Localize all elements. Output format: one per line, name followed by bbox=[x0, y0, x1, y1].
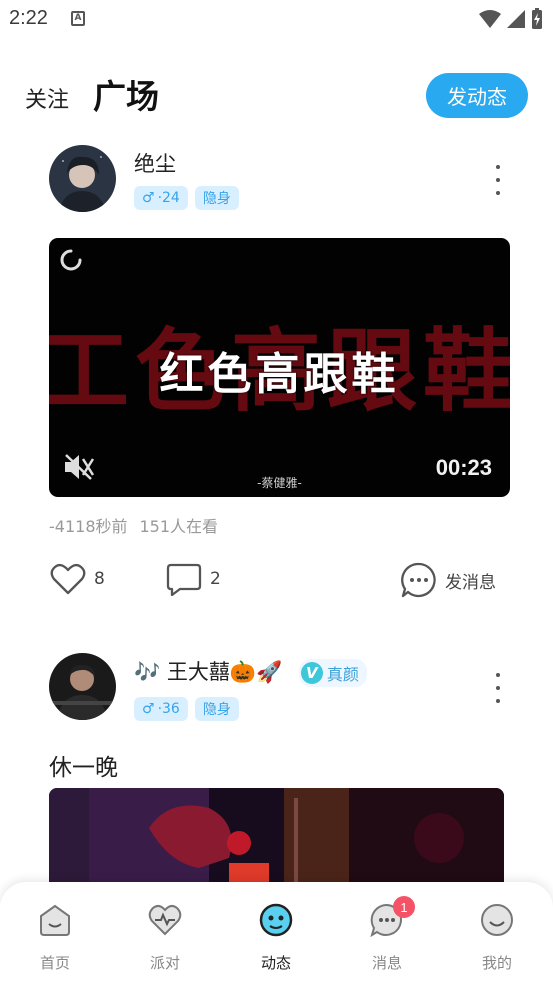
accessibility-a-icon: A bbox=[71, 11, 85, 26]
age-value: ·24 bbox=[157, 190, 180, 206]
header: 关注 广场 发动态 bbox=[0, 60, 553, 130]
loading-spinner-icon bbox=[60, 249, 82, 271]
gender-age-badge: ♂ ·36 bbox=[134, 697, 188, 721]
post-time: -4118秒前 bbox=[49, 517, 128, 536]
send-message-label: 发消息 bbox=[445, 572, 496, 593]
battery-charging-icon bbox=[532, 8, 542, 29]
post-text: 休一晚 bbox=[49, 755, 118, 781]
tab-follow[interactable]: 关注 bbox=[25, 82, 69, 114]
status-time: 2:22 bbox=[9, 7, 48, 29]
username[interactable]: 绝尘 bbox=[134, 148, 176, 178]
video-title: 红色高跟鞋 bbox=[159, 349, 400, 400]
like-count: 8 bbox=[94, 569, 105, 589]
smile-icon bbox=[481, 904, 513, 936]
heart-icon bbox=[50, 563, 86, 595]
planet-icon bbox=[259, 903, 293, 937]
avatar[interactable] bbox=[49, 653, 116, 720]
message-dots-icon bbox=[401, 562, 436, 598]
status-badge: 隐身 bbox=[194, 186, 239, 210]
username[interactable]: 🎶 王大囍🎃🚀 bbox=[134, 660, 282, 684]
nav-party[interactable]: 派对 bbox=[130, 902, 200, 973]
status-icons bbox=[479, 8, 543, 30]
nav-label: 派对 bbox=[149, 954, 180, 972]
video-player[interactable]: 工色高跟鞋 红色高跟鞋 -蔡健雅- 00:23 bbox=[49, 238, 510, 497]
comment-count: 2 bbox=[210, 569, 221, 589]
nav-home[interactable]: 首页 bbox=[20, 902, 90, 973]
nav-label: 消息 bbox=[371, 954, 402, 972]
gender-age-badge: ♂ ·24 bbox=[134, 186, 188, 210]
verified-v-icon: V bbox=[300, 662, 323, 684]
like-button[interactable]: 8 bbox=[50, 562, 105, 596]
heartbeat-icon bbox=[148, 904, 182, 936]
post-photo[interactable] bbox=[49, 788, 504, 888]
nav-profile[interactable]: 我的 bbox=[462, 902, 532, 973]
nav-label: 动态 bbox=[260, 954, 291, 972]
age-value: ·36 bbox=[157, 701, 180, 717]
male-icon: ♂ bbox=[142, 190, 155, 206]
user-badges: ♂ ·24 隐身 bbox=[134, 186, 239, 210]
more-options-icon[interactable] bbox=[490, 670, 506, 706]
post-meta: -4118秒前 151人在看 bbox=[49, 513, 218, 537]
male-icon: ♂ bbox=[142, 701, 155, 717]
username-row: 🎶 王大囍🎃🚀 V 真颜 bbox=[134, 656, 367, 687]
verified-badge: V 真颜 bbox=[298, 659, 367, 687]
nav-icon-wrapper: 1 bbox=[369, 896, 415, 938]
comment-icon bbox=[166, 563, 202, 596]
more-options-icon[interactable] bbox=[490, 162, 506, 198]
nav-label: 首页 bbox=[39, 954, 70, 972]
video-duration: 00:23 bbox=[435, 455, 492, 480]
nav-label: 我的 bbox=[481, 954, 512, 972]
bottom-navigation: 首页 派对 动态 1 消息 我的 bbox=[0, 882, 553, 984]
post-actions: 8 2 发消息 bbox=[0, 562, 553, 602]
user-badges: ♂ ·36 隐身 bbox=[134, 697, 239, 721]
nav-moments[interactable]: 动态 bbox=[241, 902, 311, 973]
home-face-icon bbox=[40, 904, 70, 936]
status-bar: 2:22 A bbox=[0, 0, 553, 40]
message-count-badge: 1 bbox=[393, 896, 415, 918]
cell-signal-icon bbox=[507, 10, 525, 28]
status-badge: 隐身 bbox=[194, 697, 239, 721]
tab-square[interactable]: 广场 bbox=[93, 70, 159, 118]
post-button[interactable]: 发动态 bbox=[426, 73, 528, 118]
nav-messages[interactable]: 1 消息 bbox=[352, 896, 422, 973]
comment-button[interactable]: 2 bbox=[166, 562, 221, 596]
wifi-icon bbox=[479, 10, 501, 28]
send-message-button[interactable]: 发消息 bbox=[401, 562, 496, 598]
viewer-count: 151人在看 bbox=[139, 517, 219, 536]
avatar[interactable] bbox=[49, 145, 116, 212]
verified-label: 真颜 bbox=[326, 665, 359, 684]
